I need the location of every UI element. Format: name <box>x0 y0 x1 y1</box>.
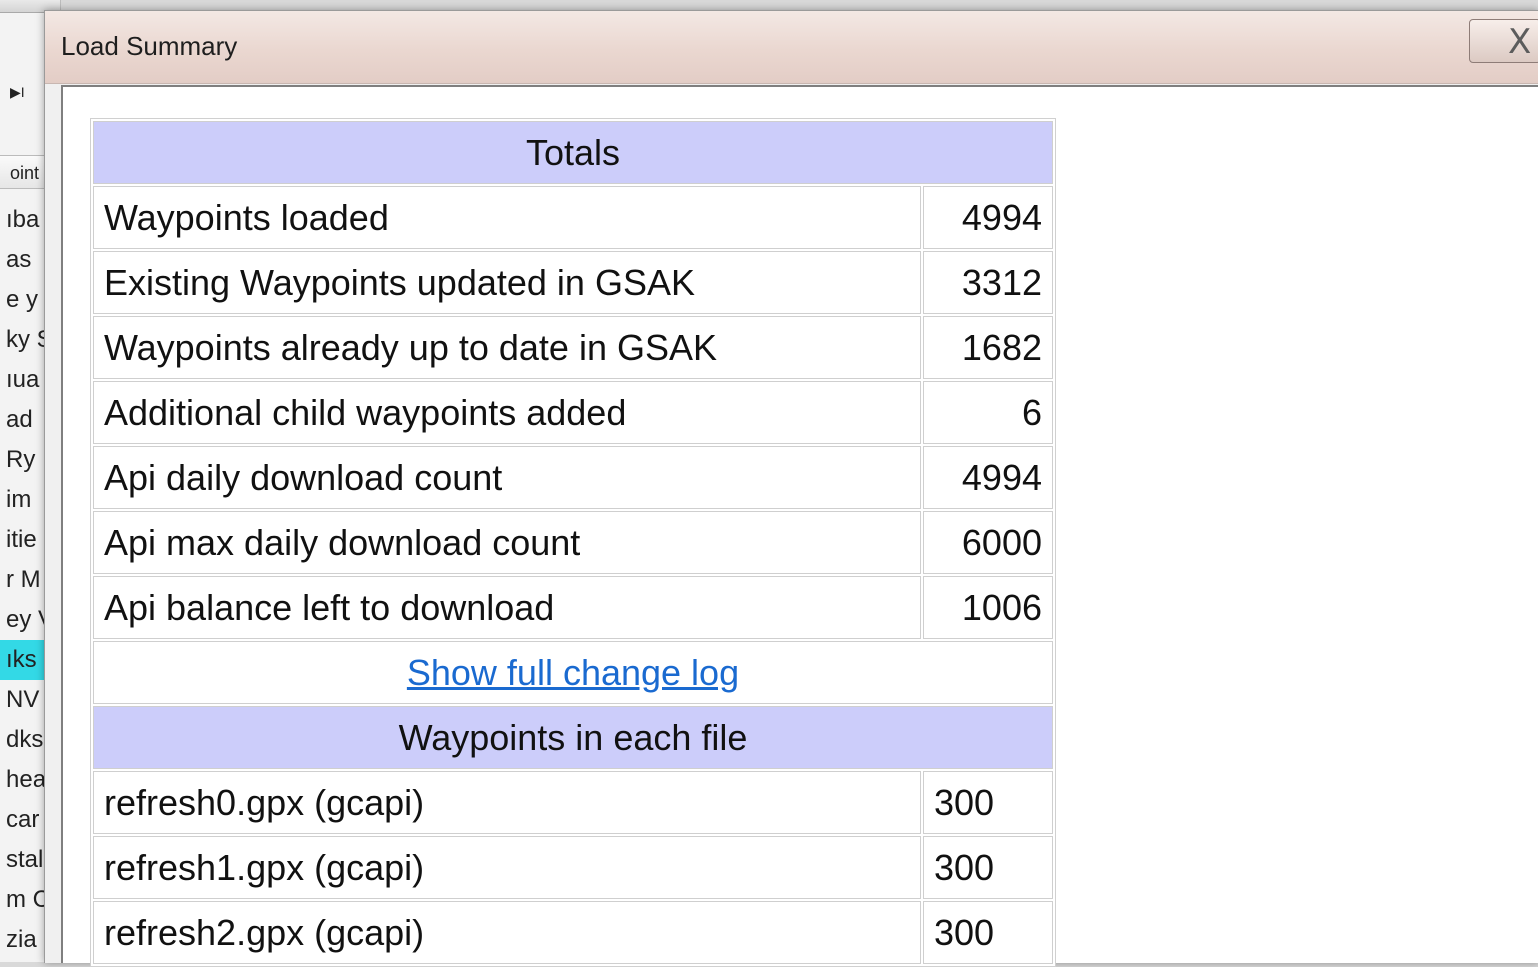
file-row-value: 300 <box>923 771 1053 834</box>
totals-row-value: 1006 <box>923 576 1053 639</box>
totals-row-label: Waypoints loaded <box>93 186 921 249</box>
totals-row-value: 4994 <box>923 186 1053 249</box>
totals-row: Additional child waypoints added 6 <box>93 381 1053 444</box>
totals-row-label: Api daily download count <box>93 446 921 509</box>
change-log-cell: Show full change log <box>93 641 1053 704</box>
files-header-row: Waypoints in each file <box>93 706 1053 769</box>
change-log-row: Show full change log <box>93 641 1053 704</box>
totals-row: Existing Waypoints updated in GSAK 3312 <box>93 251 1053 314</box>
totals-row-label: Api max daily download count <box>93 511 921 574</box>
close-button[interactable]: X <box>1469 19 1538 63</box>
dialog-titlebar[interactable]: Load Summary X <box>45 11 1538 84</box>
totals-row-value: 3312 <box>923 251 1053 314</box>
totals-header: Totals <box>93 121 1053 184</box>
summary-table: Totals Waypoints loaded 4994 Existing Waypo… <box>90 118 1056 967</box>
file-row-value: 300 <box>923 901 1053 964</box>
background-column-header-label: oint <box>10 163 40 183</box>
file-row-value: 300 <box>923 836 1053 899</box>
totals-row-value: 4994 <box>923 446 1053 509</box>
file-row: refresh0.gpx (gcapi) 300 <box>93 771 1053 834</box>
close-icon: X <box>1508 22 1532 62</box>
totals-row: Waypoints loaded 4994 <box>93 186 1053 249</box>
totals-row: Waypoints already up to date in GSAK 1682 <box>93 316 1053 379</box>
totals-row-value: 6000 <box>923 511 1053 574</box>
files-header: Waypoints in each file <box>93 706 1053 769</box>
totals-row-value: 1682 <box>923 316 1053 379</box>
totals-row: Api max daily download count 6000 <box>93 511 1053 574</box>
play-step-icon[interactable]: ▶I <box>10 84 25 101</box>
show-full-change-log-link[interactable]: Show full change log <box>407 652 739 693</box>
file-row-label: refresh0.gpx (gcapi) <box>93 771 921 834</box>
totals-row-label: Api balance left to download <box>93 576 921 639</box>
totals-row-label: Additional child waypoints added <box>93 381 921 444</box>
file-row-label: refresh2.gpx (gcapi) <box>93 901 921 964</box>
totals-row-value: 6 <box>923 381 1053 444</box>
totals-row-label: Waypoints already up to date in GSAK <box>93 316 921 379</box>
dialog-title: Load Summary <box>61 31 238 61</box>
totals-row: Api balance left to download 1006 <box>93 576 1053 639</box>
totals-row: Api daily download count 4994 <box>93 446 1053 509</box>
file-row: refresh1.gpx (gcapi) 300 <box>93 836 1053 899</box>
totals-header-row: Totals <box>93 121 1053 184</box>
load-summary-dialog: Load Summary X Totals Waypoints loaded 499… <box>44 10 1538 967</box>
totals-row-label: Existing Waypoints updated in GSAK <box>93 251 921 314</box>
file-row: refresh2.gpx (gcapi) 300 <box>93 901 1053 964</box>
file-row-label: refresh1.gpx (gcapi) <box>93 836 921 899</box>
dialog-content: Totals Waypoints loaded 4994 Existing Waypo… <box>61 85 1538 967</box>
